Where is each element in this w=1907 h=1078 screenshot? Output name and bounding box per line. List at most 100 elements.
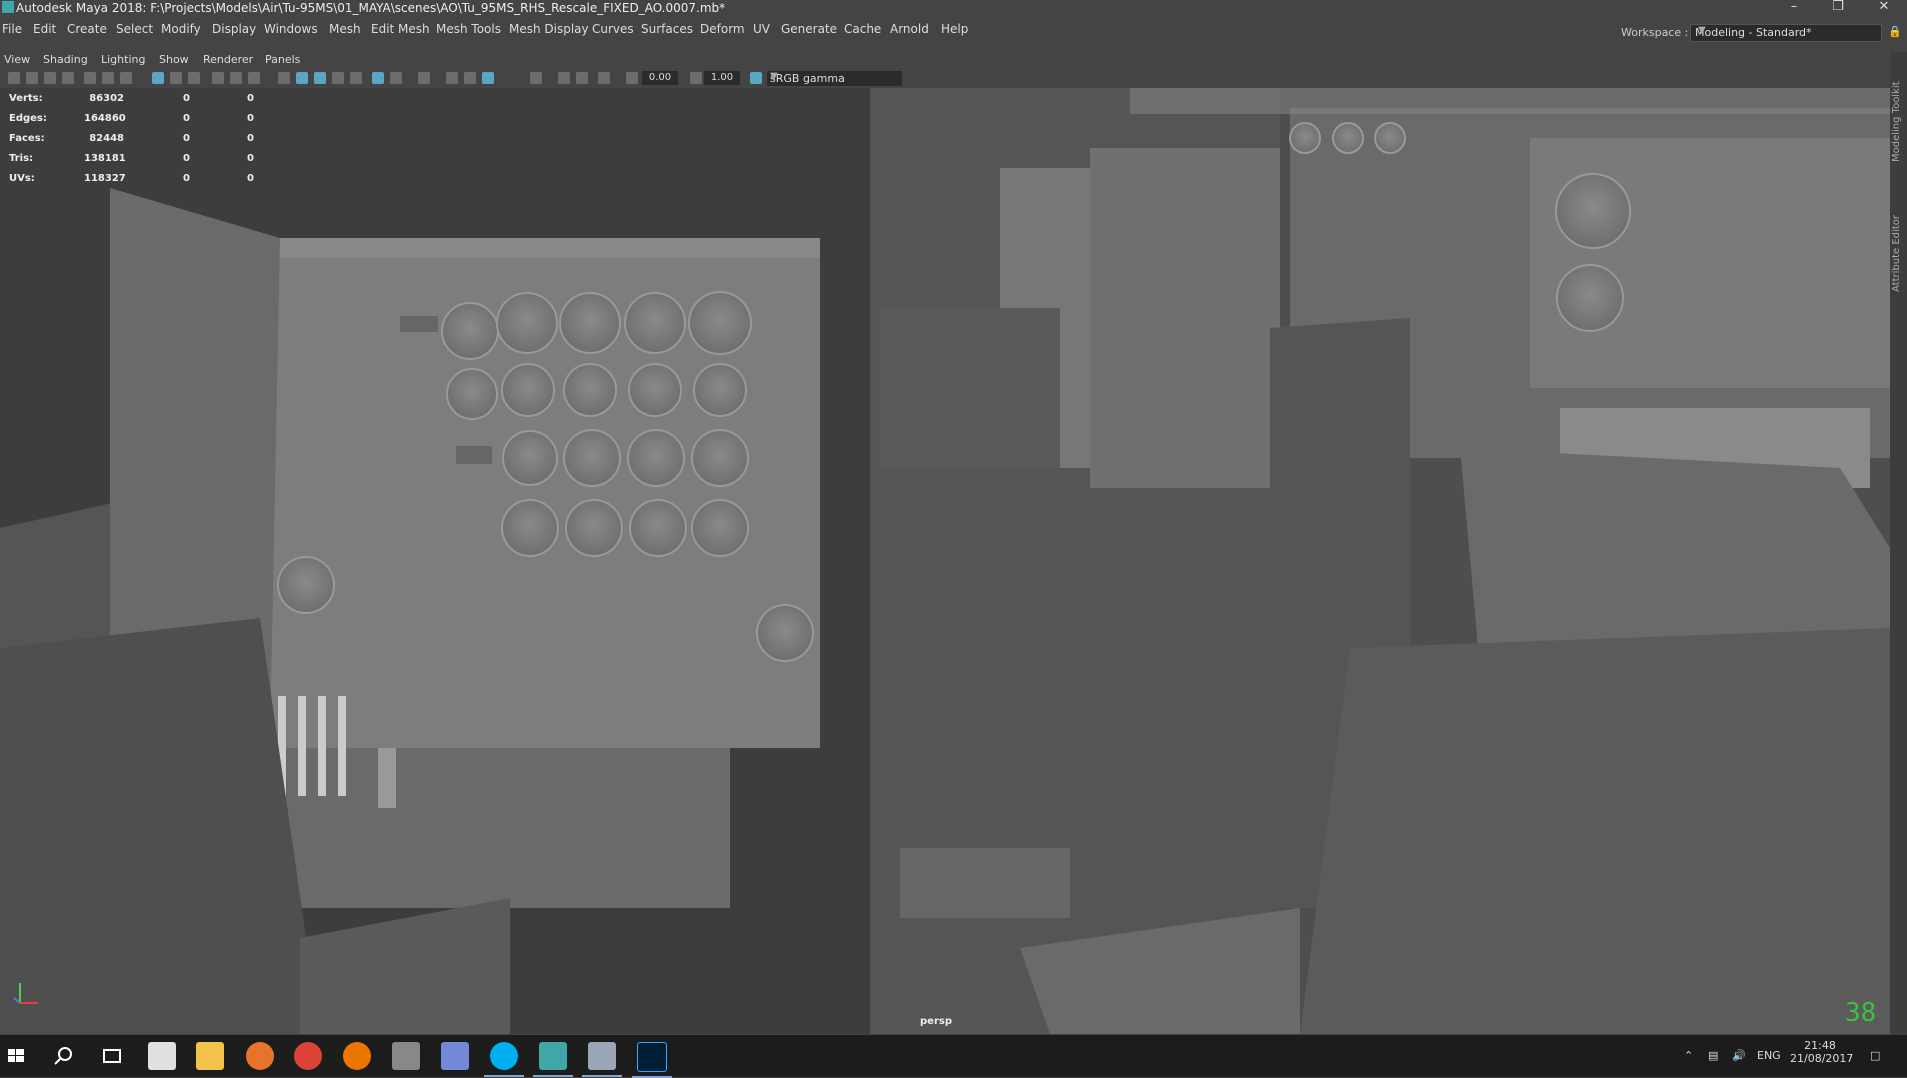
menu-create[interactable]: Create: [67, 22, 107, 36]
resolution-gate-icon[interactable]: [170, 72, 182, 84]
viewport-toolbar: 0.00 1.00 sRGB gamma ▼: [0, 70, 1890, 88]
motion-blur-icon[interactable]: [598, 72, 610, 84]
hud-value: 0: [183, 113, 190, 124]
textured-icon[interactable]: [332, 72, 344, 84]
use-all-lights-icon[interactable]: [350, 72, 362, 84]
tray-chevron-icon[interactable]: ⌃: [1684, 1049, 1693, 1062]
start-icon[interactable]: [2, 1042, 30, 1070]
menu-select[interactable]: Select: [116, 22, 153, 36]
hud-value: 82448: [89, 133, 124, 144]
photoshop-icon[interactable]: [632, 1042, 672, 1078]
grease-pencil-icon[interactable]: [102, 72, 114, 84]
menu-display[interactable]: Display: [212, 22, 256, 36]
photos-icon[interactable]: [582, 1042, 622, 1077]
safe-title-icon[interactable]: [248, 72, 260, 84]
xray-icon[interactable]: [446, 72, 458, 84]
menu-help[interactable]: Help: [941, 22, 968, 36]
panel-menu-show[interactable]: Show: [159, 53, 189, 66]
gate-mask-icon[interactable]: [188, 72, 200, 84]
blender-icon[interactable]: [343, 1042, 371, 1070]
hud-label: UVs:: [9, 173, 35, 184]
menu-cache[interactable]: Cache: [844, 22, 881, 36]
field-chart-icon[interactable]: [212, 72, 224, 84]
language-indicator[interactable]: ENG: [1757, 1049, 1781, 1062]
grid-icon[interactable]: [120, 72, 132, 84]
panel-menu-shading[interactable]: Shading: [43, 53, 88, 66]
network-icon[interactable]: ▤: [1708, 1049, 1718, 1062]
panel-menu-lighting[interactable]: Lighting: [101, 53, 145, 66]
restore-button[interactable]: ❐: [1820, 0, 1856, 16]
menu-surfaces[interactable]: Surfaces: [641, 22, 693, 36]
two-d-pan-zoom-icon[interactable]: [84, 72, 96, 84]
menu-file[interactable]: File: [2, 22, 22, 36]
select-mode-icon[interactable]: [530, 72, 542, 84]
tab-modeling-toolkit[interactable]: Modeling Toolkit: [1891, 62, 1906, 162]
menu-modify[interactable]: Modify: [161, 22, 201, 36]
gamma-field[interactable]: 1.00: [704, 71, 740, 85]
hud-value: 0: [183, 133, 190, 144]
camera-far-icon[interactable]: [576, 72, 588, 84]
chrome-icon[interactable]: [294, 1042, 322, 1070]
hud-value: 0: [247, 133, 254, 144]
window-title: Autodesk Maya 2018: F:\Projects\Models\A…: [16, 1, 726, 15]
app-icon[interactable]: [392, 1042, 420, 1070]
exposure-icon[interactable]: [626, 72, 638, 84]
smooth-shade-icon[interactable]: [296, 72, 308, 84]
camera-attributes-icon[interactable]: [26, 72, 38, 84]
camera-near-icon[interactable]: [558, 72, 570, 84]
xray-joints-icon[interactable]: [464, 72, 476, 84]
gamma-icon[interactable]: [690, 72, 702, 84]
system-clock[interactable]: 21:48 21/08/2017: [1790, 1039, 1853, 1065]
exposure-field[interactable]: 0.00: [642, 71, 678, 85]
bookmarks-icon[interactable]: [44, 72, 56, 84]
perspective-viewport[interactable]: Verts: 86302 0 0 Edges: 164860 0 0 Faces…: [0, 88, 1890, 1034]
ambient-occlusion-icon[interactable]: [390, 72, 402, 84]
menu-curves[interactable]: Curves: [592, 22, 634, 36]
workspace-select[interactable]: Modeling - Standard* ▼: [1690, 24, 1882, 42]
file-explorer-icon[interactable]: [196, 1042, 224, 1070]
menu-deform[interactable]: Deform: [700, 22, 745, 36]
lock-icon[interactable]: 🔒: [1888, 25, 1902, 41]
isolate-select-icon[interactable]: [418, 72, 430, 84]
panel-menu-renderer[interactable]: Renderer: [203, 53, 253, 66]
panel-menu-panels[interactable]: Panels: [265, 53, 300, 66]
color-space-select[interactable]: sRGB gamma ▼: [767, 71, 902, 86]
volume-icon[interactable]: 🔊: [1732, 1049, 1746, 1062]
menu-uv[interactable]: UV: [753, 22, 770, 36]
hud-value: 0: [247, 113, 254, 124]
menu-mesh-display[interactable]: Mesh Display: [509, 22, 589, 36]
menu-mesh[interactable]: Mesh: [329, 22, 361, 36]
maya-icon[interactable]: [533, 1042, 573, 1077]
xray-components-icon[interactable]: [482, 72, 494, 84]
color-management-icon[interactable]: [750, 72, 762, 84]
firefox-icon[interactable]: [246, 1042, 274, 1070]
menu-edit[interactable]: Edit: [33, 22, 56, 36]
menu-edit-mesh[interactable]: Edit Mesh: [371, 22, 430, 36]
panel-menu-view[interactable]: View: [4, 53, 30, 66]
skype-icon[interactable]: [484, 1042, 524, 1077]
clock-time: 21:48: [1804, 1039, 1836, 1052]
wireframe-on-shaded-icon[interactable]: [314, 72, 326, 84]
viewport-scene: [0, 88, 1890, 1034]
search-icon[interactable]: [50, 1042, 78, 1070]
task-view-icon[interactable]: [98, 1042, 126, 1070]
notification-icon[interactable]: □: [1870, 1049, 1880, 1062]
hud-value: 0: [247, 93, 254, 104]
safe-action-icon[interactable]: [230, 72, 242, 84]
image-plane-icon[interactable]: [62, 72, 74, 84]
film-gate-icon[interactable]: [152, 72, 164, 84]
select-camera-icon[interactable]: [8, 72, 20, 84]
discord-icon[interactable]: [441, 1042, 469, 1070]
menu-mesh-tools[interactable]: Mesh Tools: [436, 22, 501, 36]
tab-attribute-editor[interactable]: Attribute Editor: [1891, 172, 1906, 292]
wireframe-icon[interactable]: [278, 72, 290, 84]
close-button[interactable]: ✕: [1866, 0, 1902, 16]
minimize-button[interactable]: –: [1776, 0, 1812, 16]
shadows-icon[interactable]: [372, 72, 384, 84]
menu-windows[interactable]: Windows: [264, 22, 318, 36]
mail-icon[interactable]: [148, 1042, 176, 1070]
hud-value: 164860: [84, 113, 126, 124]
menu-generate[interactable]: Generate: [781, 22, 837, 36]
viewport-corner-number: 38: [1845, 998, 1877, 1028]
menu-arnold[interactable]: Arnold: [890, 22, 929, 36]
